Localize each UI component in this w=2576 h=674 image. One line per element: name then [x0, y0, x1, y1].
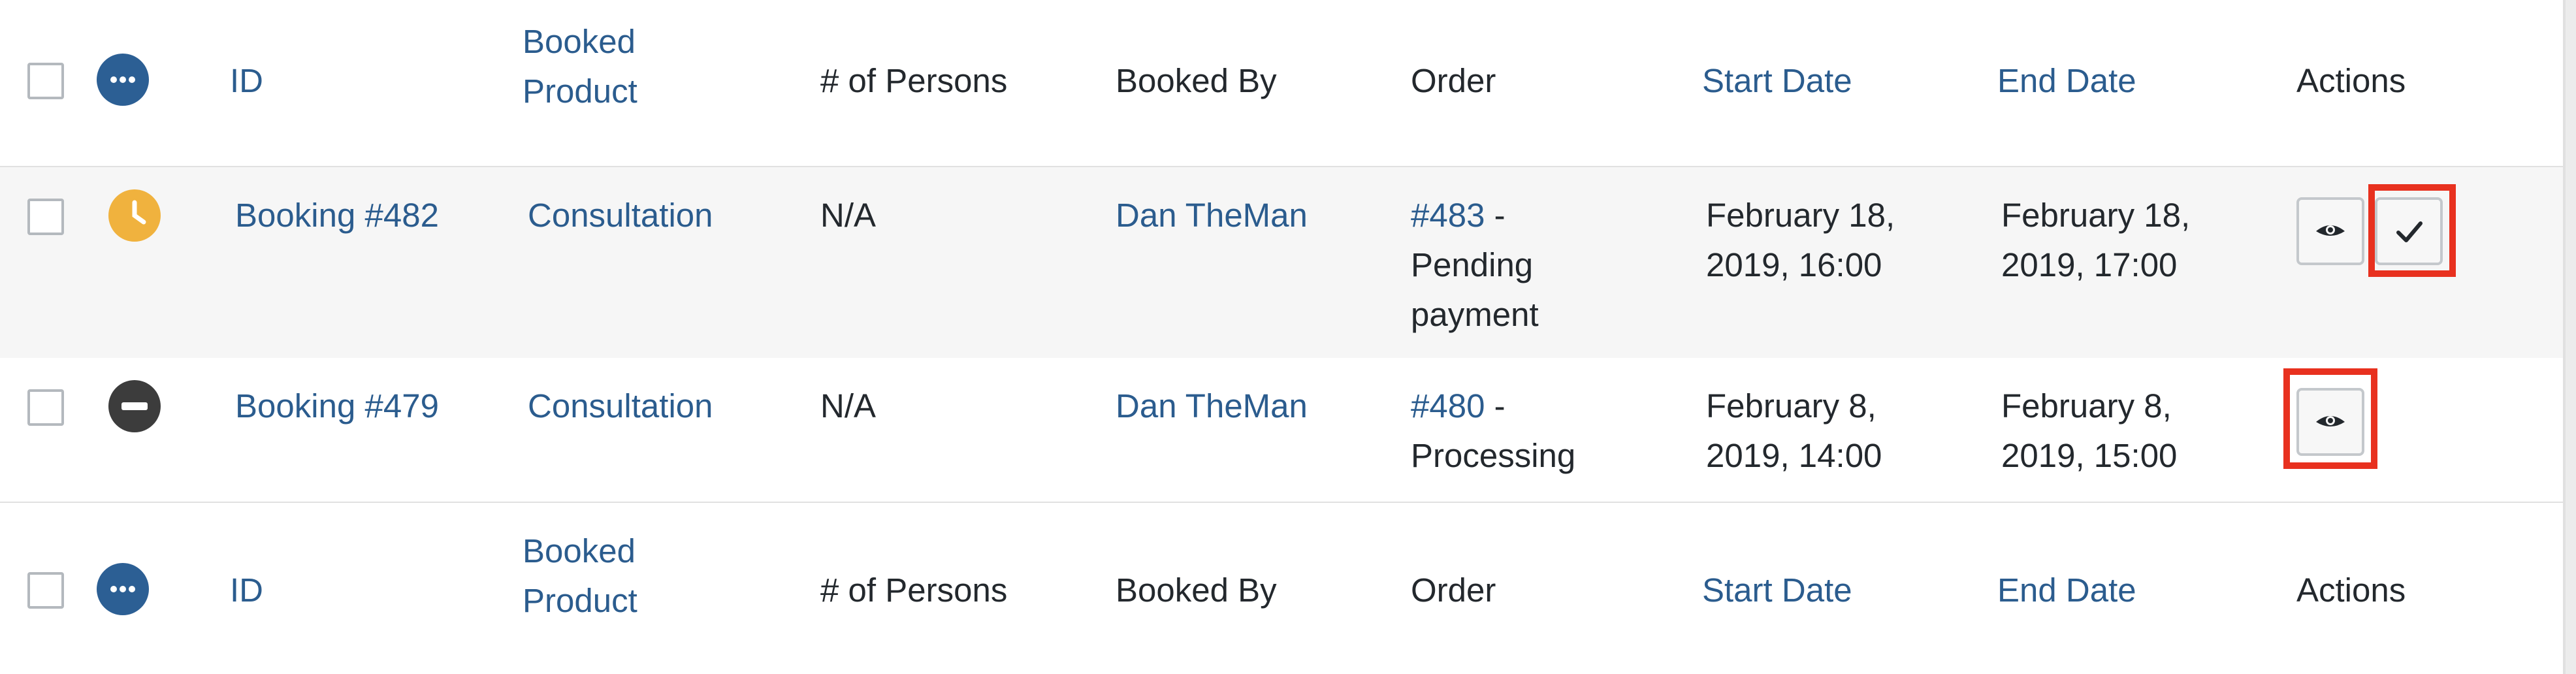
start-date-line1: February 8,: [1706, 387, 1876, 425]
order-link[interactable]: #480: [1411, 387, 1485, 425]
select-all-checkbox-footer[interactable]: [27, 572, 64, 609]
order-status-line2: payment: [1411, 296, 1539, 333]
order-status-line1: Processing: [1411, 437, 1576, 474]
status-column-icon[interactable]: [97, 563, 149, 615]
end-date-line2: 2019, 17:00: [2001, 246, 2178, 283]
column-footer-booked-product-line2: Product: [523, 582, 637, 619]
column-header-end-date[interactable]: End Date: [1997, 56, 2136, 106]
clock-icon: [132, 200, 146, 225]
booked-product-link[interactable]: Consultation: [528, 381, 713, 431]
order-status-line1: Pending: [1411, 246, 1534, 283]
view-booking-button[interactable]: [2296, 197, 2364, 265]
row-checkbox[interactable]: [27, 389, 64, 426]
scrollbar-track[interactable]: [2566, 0, 2576, 674]
column-footer-actions: Actions: [2296, 571, 2406, 609]
view-icon: [2316, 225, 2345, 236]
order-cell: #480 - Processing: [1411, 381, 1575, 481]
minus-circle-icon: [121, 402, 148, 410]
start-date-cell: February 8, 2019, 14:00: [1706, 381, 1882, 481]
view-button-highlight: [2283, 368, 2377, 469]
more-dots-icon: [110, 76, 135, 83]
end-date-line1: February 8,: [2001, 387, 2172, 425]
end-date-cell: February 8, 2019, 15:00: [2001, 381, 2177, 481]
status-cancelled-icon: [108, 380, 161, 432]
booked-by-link[interactable]: Dan TheMan: [1116, 191, 1308, 240]
status-column-icon[interactable]: [97, 54, 149, 106]
column-header-booked-product[interactable]: Booked Product: [523, 17, 637, 116]
start-date-line2: 2019, 14:00: [1706, 437, 1882, 474]
column-footer-id[interactable]: ID: [230, 566, 263, 615]
table-row: Booking #479 Consultation N/A Dan TheMan…: [0, 358, 2566, 503]
booking-id-link[interactable]: Booking #482: [235, 191, 439, 240]
status-pending-icon: [108, 189, 161, 242]
column-header-booked-product-line1: Booked: [523, 23, 636, 60]
order-separator: -: [1485, 197, 1505, 234]
persons-value: N/A: [820, 197, 877, 234]
column-header-id[interactable]: ID: [230, 56, 263, 106]
column-header-start-date[interactable]: Start Date: [1702, 56, 1852, 106]
column-footer-end-date[interactable]: End Date: [1997, 566, 2136, 615]
column-footer-start-date[interactable]: Start Date: [1702, 566, 1852, 615]
column-header-booked-product-line2: Product: [523, 72, 637, 110]
table-footer-row: ID Booked Product # of Persons Booked By…: [0, 503, 2566, 674]
row-checkbox[interactable]: [27, 199, 64, 235]
column-footer-booked-by: Booked By: [1116, 571, 1277, 609]
column-header-actions: Actions: [2296, 62, 2406, 99]
order-separator: -: [1485, 387, 1505, 425]
booked-by-link[interactable]: Dan TheMan: [1116, 381, 1308, 431]
select-all-checkbox[interactable]: [27, 63, 64, 99]
start-date-line1: February 18,: [1706, 197, 1895, 234]
confirm-button-highlight: [2368, 184, 2456, 277]
column-footer-booked-product-line1: Booked: [523, 532, 636, 570]
table-row: Booking #482 Consultation N/A Dan TheMan…: [0, 167, 2566, 358]
start-date-line2: 2019, 16:00: [1706, 246, 1882, 283]
end-date-cell: February 18, 2019, 17:00: [2001, 191, 2190, 290]
column-footer-persons: # of Persons: [820, 571, 1008, 609]
persons-value: N/A: [820, 387, 877, 425]
booked-product-link[interactable]: Consultation: [528, 191, 713, 240]
bookings-table: ID Booked Product # of Persons Booked By…: [0, 0, 2576, 674]
column-footer-booked-product[interactable]: Booked Product: [523, 526, 637, 626]
end-date-line2: 2019, 15:00: [2001, 437, 2178, 474]
end-date-line1: February 18,: [2001, 197, 2191, 234]
column-footer-order: Order: [1411, 571, 1496, 609]
order-link[interactable]: #483: [1411, 197, 1485, 234]
column-header-persons: # of Persons: [820, 62, 1008, 99]
booking-id-link[interactable]: Booking #479: [235, 381, 439, 431]
column-header-booked-by: Booked By: [1116, 62, 1277, 99]
order-cell: #483 - Pending payment: [1411, 191, 1539, 340]
table-header-row: ID Booked Product # of Persons Booked By…: [0, 0, 2566, 167]
column-header-order: Order: [1411, 62, 1496, 99]
start-date-cell: February 18, 2019, 16:00: [1706, 191, 1895, 290]
more-dots-icon: [110, 586, 135, 592]
